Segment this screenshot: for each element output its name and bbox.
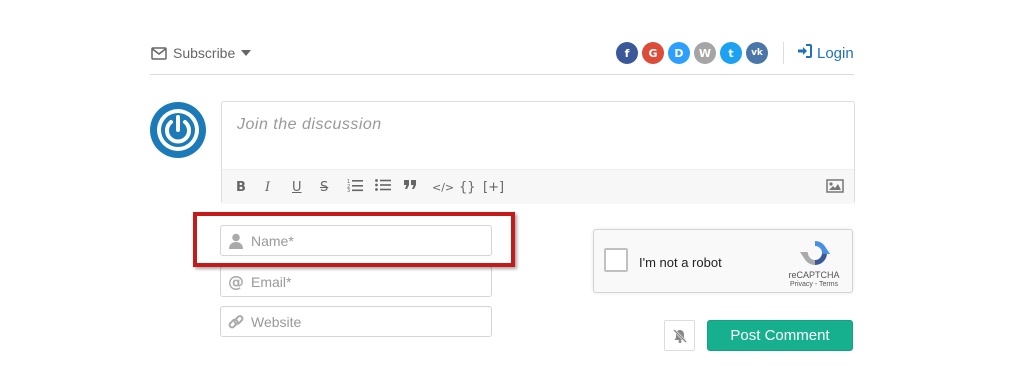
website-field[interactable]: [220, 306, 492, 337]
spoiler-button[interactable]: [+]: [483, 180, 504, 195]
twitter-icon[interactable]: t: [720, 42, 742, 64]
google-icon[interactable]: G: [642, 42, 664, 64]
bell-slash-icon: [672, 328, 687, 343]
unordered-list-icon[interactable]: [375, 178, 391, 196]
code-block-button[interactable]: {}: [459, 180, 476, 195]
code-inline-button[interactable]: </>: [432, 181, 454, 194]
facebook-icon[interactable]: f: [616, 42, 638, 64]
at-icon: @: [228, 272, 244, 291]
recaptcha-logo-icon: [800, 238, 830, 273]
email-input[interactable]: [251, 273, 491, 290]
avatar: [150, 102, 206, 158]
post-comment-button[interactable]: Post Comment: [707, 320, 853, 351]
editor-toolbar: B I U S 123 </> {} [+]: [222, 169, 854, 204]
link-icon: [221, 314, 251, 330]
notify-toggle-button[interactable]: [664, 320, 695, 351]
disqus-icon[interactable]: D: [668, 42, 690, 64]
recaptcha-widget: I'm not a robot reCAPTCHA Privacy - Term…: [593, 229, 853, 293]
recaptcha-checkbox[interactable]: [604, 248, 628, 272]
recaptcha-brand: reCAPTCHA: [788, 270, 840, 280]
svg-text:3: 3: [347, 188, 350, 192]
wordpress-icon[interactable]: W: [694, 42, 716, 64]
header-rule: [150, 74, 854, 75]
envelope-icon: [151, 46, 167, 60]
image-upload-icon[interactable]: [826, 179, 844, 197]
sign-in-icon: [797, 44, 812, 62]
recaptcha-privacy-terms[interactable]: Privacy - Terms: [784, 281, 844, 288]
blockquote-icon[interactable]: [403, 179, 417, 194]
subscribe-label: Subscribe: [173, 45, 236, 61]
caret-down-icon: [241, 50, 252, 56]
email-field[interactable]: @: [220, 266, 492, 297]
header-divider: [783, 42, 784, 64]
comment-editor[interactable]: Join the discussion B I U S 123 </> {} […: [221, 101, 855, 204]
website-input[interactable]: [251, 313, 491, 330]
recaptcha-label: I'm not a robot: [639, 255, 722, 270]
strikethrough-button[interactable]: S: [320, 180, 328, 195]
italic-button[interactable]: I: [265, 180, 270, 195]
underline-button[interactable]: U: [292, 180, 302, 195]
vk-icon[interactable]: vk: [746, 42, 768, 64]
social-login-buttons: f G D W t vk: [616, 42, 768, 64]
login-link[interactable]: Login: [797, 43, 854, 63]
subscribe-dropdown[interactable]: Subscribe: [151, 44, 252, 62]
login-label: Login: [817, 44, 854, 62]
ordered-list-icon[interactable]: 123: [347, 178, 363, 196]
bold-button[interactable]: B: [236, 180, 246, 195]
comment-placeholder: Join the discussion: [237, 116, 382, 133]
highlight-box: [193, 212, 515, 267]
power-icon: [157, 109, 199, 151]
